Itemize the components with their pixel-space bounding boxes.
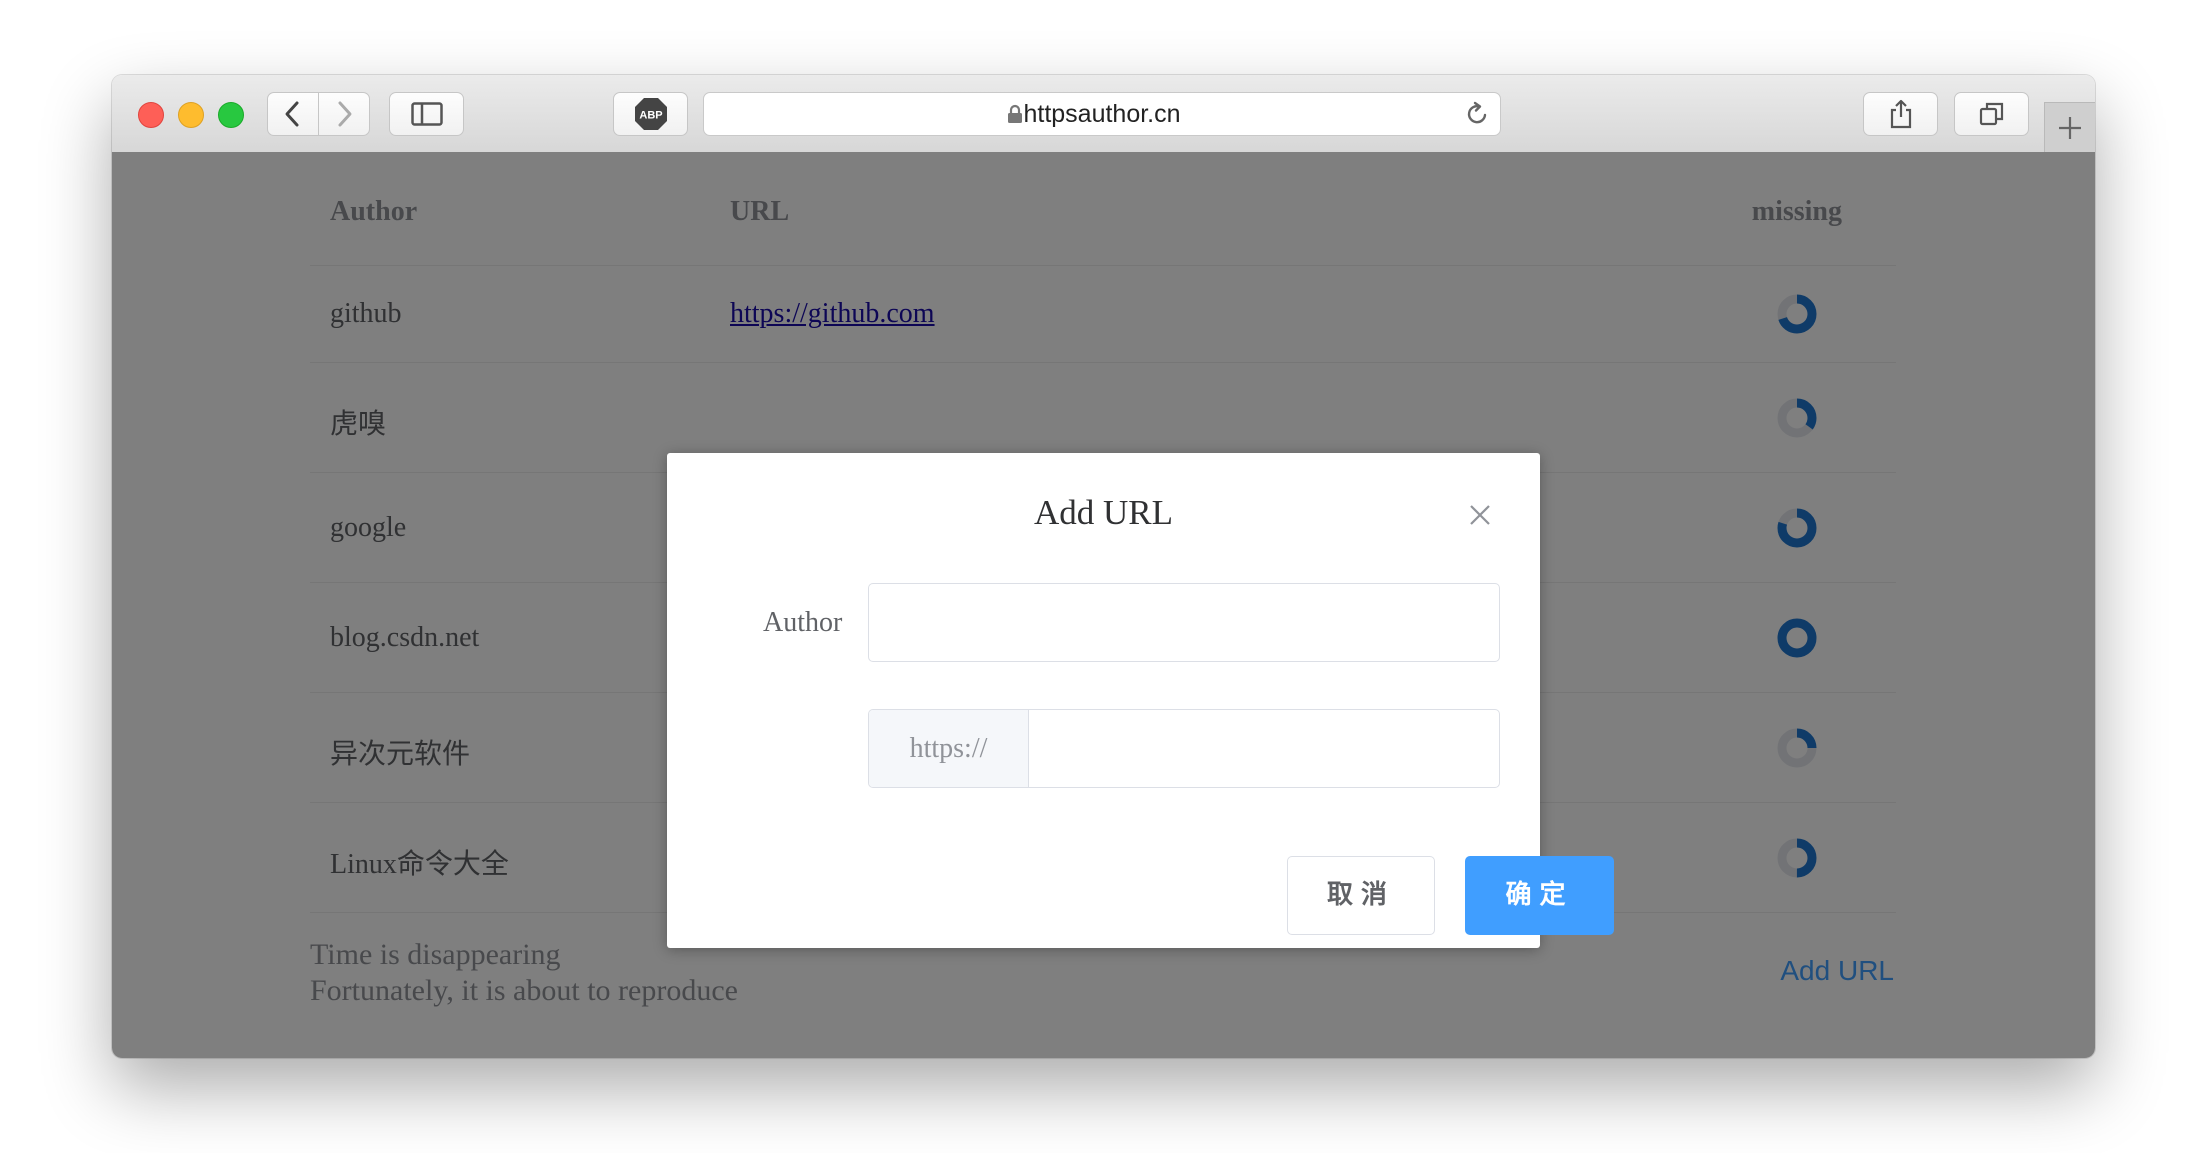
address-text[interactable]: httpsauthor.cn <box>704 93 1500 135</box>
browser-toolbar: ABP httpsauthor.cn <box>112 75 2095 153</box>
add-url-dialog: Add URL Author https:// 取消 确定 <box>667 453 1614 948</box>
plus-icon <box>2059 117 2081 139</box>
adblock-label: ABP <box>639 110 662 122</box>
adblock-button[interactable]: ABP <box>613 92 688 136</box>
new-tab-button[interactable] <box>2044 102 2095 153</box>
address-bar[interactable]: httpsauthor.cn <box>703 92 1501 136</box>
adblock-icon: ABP <box>634 98 667 130</box>
share-icon <box>1890 99 1911 129</box>
reload-icon[interactable] <box>1463 100 1491 128</box>
url-input[interactable] <box>1029 710 1499 787</box>
close-icon[interactable] <box>1468 503 1492 527</box>
fullscreen-window-button[interactable] <box>218 102 244 128</box>
close-window-button[interactable] <box>138 102 164 128</box>
sidebar-toggle-button[interactable] <box>389 92 464 136</box>
url-input-group: https:// <box>868 709 1500 788</box>
lock-icon <box>1008 104 1022 123</box>
page-content: Author URL missing githubhttps://github.… <box>112 152 2095 1058</box>
author-input[interactable] <box>868 583 1500 662</box>
chevron-right-icon <box>338 101 352 127</box>
browser-window: ABP httpsauthor.cn Author URL missing gi… <box>112 75 2095 1058</box>
cancel-button[interactable]: 取消 <box>1287 856 1435 935</box>
share-button[interactable] <box>1863 92 1938 136</box>
chevron-left-icon <box>285 101 299 127</box>
tabs-overview-icon <box>1979 102 2003 126</box>
url-prefix: https:// <box>869 710 1029 787</box>
show-tabs-button[interactable] <box>1954 92 2029 136</box>
forward-button[interactable] <box>318 92 370 136</box>
back-button[interactable] <box>267 92 319 136</box>
author-label: Author <box>763 607 843 638</box>
confirm-button[interactable]: 确定 <box>1465 856 1614 935</box>
minimize-window-button[interactable] <box>178 102 204 128</box>
dialog-title: Add URL <box>1033 493 1174 532</box>
sidebar-icon <box>410 102 443 126</box>
